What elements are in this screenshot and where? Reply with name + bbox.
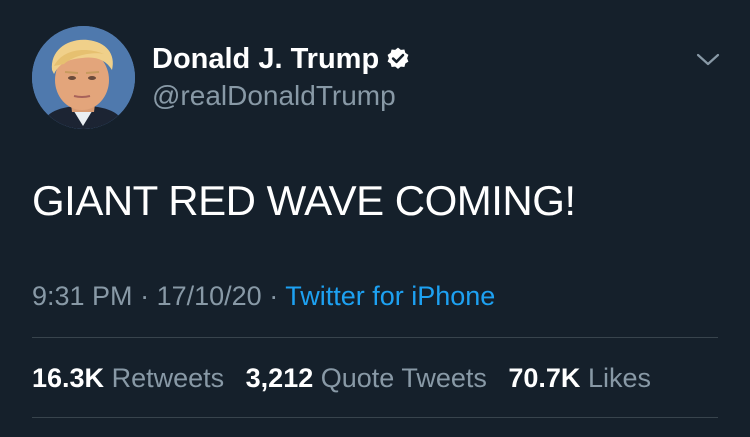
quote-tweets-count: 3,212 [245, 363, 314, 393]
quote-tweets-label: Quote Tweets [320, 363, 487, 393]
divider [32, 417, 718, 418]
author-name-row: Donald J. Trump [152, 41, 411, 77]
tweet-card: Donald J. Trump @realDonaldTrump GIANT R… [0, 0, 750, 437]
retweets-count: 16.3K [32, 363, 105, 393]
likes-stat[interactable]: 70.7K Likes [508, 363, 651, 393]
author-display-name[interactable]: Donald J. Trump [152, 41, 379, 77]
chevron-down-icon[interactable] [694, 49, 722, 71]
tweet-time[interactable]: 9:31 PM [32, 281, 133, 311]
retweets-label: Retweets [111, 363, 225, 393]
meta-separator: · [269, 281, 279, 311]
quote-tweets-stat[interactable]: 3,212 Quote Tweets [246, 363, 495, 393]
tweet-source-link[interactable]: Twitter for iPhone [285, 281, 495, 311]
verified-badge-icon [385, 46, 411, 72]
likes-label: Likes [587, 363, 651, 393]
tweet-date[interactable]: 17/10/20 [157, 281, 262, 311]
author-handle[interactable]: @realDonaldTrump [152, 79, 396, 113]
avatar[interactable] [32, 26, 135, 129]
likes-count: 70.7K [508, 363, 581, 393]
divider [32, 337, 718, 338]
meta-separator: · [140, 281, 150, 311]
retweets-stat[interactable]: 16.3K Retweets [32, 363, 232, 393]
tweet-meta: 9:31 PM · 17/10/20 · Twitter for iPhone [32, 278, 495, 314]
tweet-stats: 16.3K Retweets 3,212 Quote Tweets 70.7K … [32, 360, 651, 396]
tweet-text: GIANT RED WAVE COMING! [32, 177, 576, 224]
